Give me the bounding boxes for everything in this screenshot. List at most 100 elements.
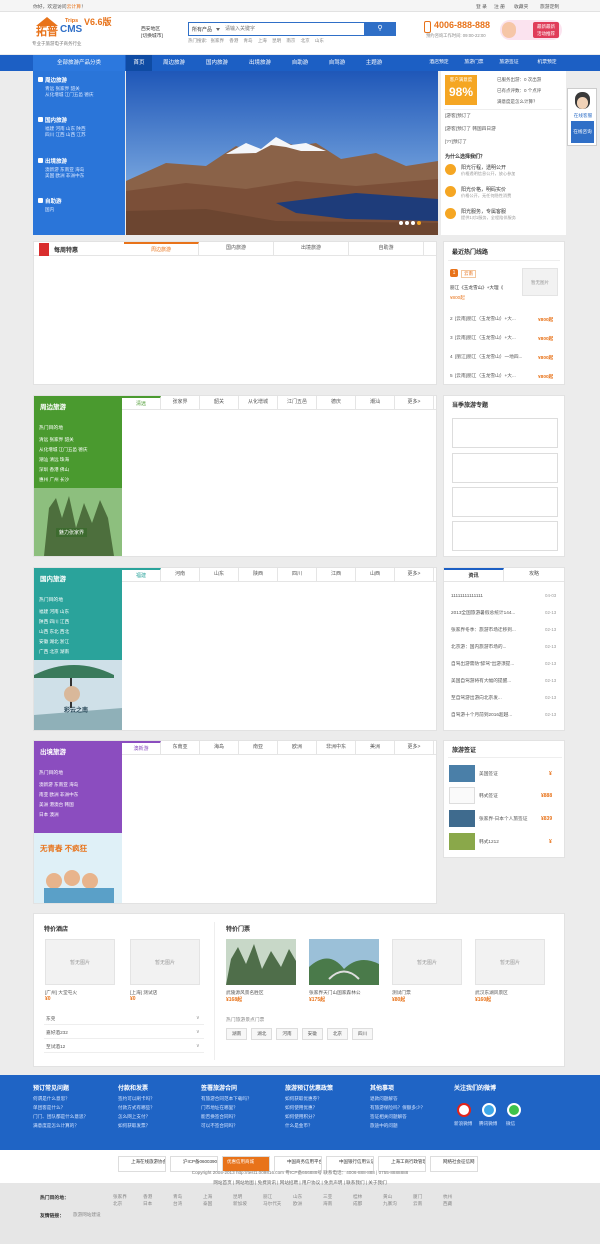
visa-item[interactable]: 张家界-日本个人旅签证 ¥839 bbox=[449, 810, 561, 828]
hotel-image-placeholder[interactable]: 暂无图片 bbox=[130, 939, 200, 985]
login-link[interactable]: 登 录 bbox=[476, 3, 487, 10]
search-input[interactable] bbox=[225, 24, 360, 34]
ticket-place[interactable]: 四川 bbox=[352, 1028, 374, 1040]
theme-image[interactable] bbox=[452, 487, 558, 517]
search-button[interactable]: ⚲ bbox=[364, 22, 396, 36]
consult-button[interactable]: 在线咨询 bbox=[571, 121, 594, 143]
nav-flight[interactable]: 机票预定 bbox=[529, 55, 565, 71]
nav-item-theme[interactable]: 主题游 bbox=[358, 55, 390, 71]
register-link[interactable]: 注 册 bbox=[494, 3, 505, 10]
dest-links[interactable]: 深圳 香港 佛山 bbox=[39, 467, 69, 473]
nav-item-outbound[interactable]: 出境旅游 bbox=[241, 55, 279, 71]
bottom-link[interactable]: 网站地图 bbox=[235, 1180, 253, 1185]
footer-link[interactable]: 满意度是怎么计算的？ bbox=[33, 1123, 113, 1129]
hot-word[interactable]: 北京 bbox=[301, 38, 310, 43]
carousel-dot[interactable] bbox=[417, 221, 421, 225]
dest-links[interactable]: 福建 河南 山东 bbox=[39, 609, 69, 615]
tab-outbound-6[interactable]: 美洲 bbox=[356, 741, 395, 754]
dest-links[interactable]: 陕西 四川 江西 bbox=[39, 619, 69, 625]
hot-dest-link[interactable]: 丽江 bbox=[263, 1194, 272, 1200]
hot-dest-link[interactable]: 青岛 bbox=[173, 1194, 182, 1200]
weibo-icon[interactable] bbox=[457, 1103, 471, 1117]
dest-links[interactable]: 日本 澳洲 bbox=[39, 812, 59, 818]
footer-link[interactable]: 付款方式有哪些？ bbox=[118, 1105, 198, 1111]
hot-dest-link[interactable]: 山东 bbox=[293, 1194, 302, 1200]
nav-item-nearby[interactable]: 周边旅游 bbox=[155, 55, 193, 71]
ticket-image-placeholder[interactable]: 暂无图片 bbox=[475, 939, 545, 985]
ticket-place[interactable]: 湖南 bbox=[226, 1028, 248, 1040]
hot-dest-link[interactable]: 成都 bbox=[353, 1201, 362, 1207]
carousel-dot[interactable] bbox=[405, 221, 409, 225]
footer-link[interactable]: 如何使用积分？ bbox=[285, 1114, 365, 1120]
tab-outbound-3[interactable]: 南亚 bbox=[239, 741, 278, 754]
tab-nearby-2[interactable]: 韶关 bbox=[200, 396, 239, 409]
hot-dest-link[interactable]: 日本 bbox=[143, 1201, 152, 1207]
tab-nearby-6[interactable]: 潮汕 bbox=[356, 396, 395, 409]
nav-ticket[interactable]: 旅游门票 bbox=[459, 55, 489, 71]
nav-item-domestic[interactable]: 国内旅游 bbox=[198, 55, 236, 71]
category-domestic[interactable]: 国内旅游 福建 河南 山东 陕西 四川 江西 山西 江苏 bbox=[38, 116, 86, 138]
hot-dest-link[interactable]: 香港 bbox=[143, 1194, 152, 1200]
hot-dest-link[interactable]: 三亚 bbox=[323, 1194, 332, 1200]
bottom-link[interactable]: 免费资讯 bbox=[258, 1180, 276, 1185]
nav-item-home[interactable]: 首页 bbox=[126, 55, 152, 71]
footer-link[interactable]: 能否换签合同吗？ bbox=[201, 1114, 281, 1120]
dest-links[interactable]: 从化增城 江门五邑 德庆 bbox=[39, 447, 88, 453]
site-logo[interactable]: 拓普 CMS Trips V6.6版 专业于旅游电子商务行业 bbox=[32, 13, 124, 49]
tab-weekly-outbound[interactable]: 出境旅游 bbox=[274, 242, 349, 255]
footer-link[interactable]: 怎么网上支付？ bbox=[118, 1114, 198, 1120]
ticket-image[interactable] bbox=[309, 939, 379, 985]
tab-domestic-4[interactable]: 四川 bbox=[278, 568, 317, 581]
tab-news[interactable]: 资讯 bbox=[444, 568, 504, 581]
bottom-link[interactable]: 免责声明 bbox=[324, 1180, 342, 1185]
hotel-city-row[interactable]: 东莞 ∨ bbox=[44, 1013, 204, 1025]
dest-links[interactable]: 广西 北京 湖南 bbox=[39, 649, 69, 655]
tab-outbound-4[interactable]: 欧洲 bbox=[278, 741, 317, 754]
nav-item-drive[interactable]: 自驾游 bbox=[321, 55, 353, 71]
footer-link[interactable]: 签证相关问题解答 bbox=[370, 1114, 450, 1120]
hot-dest-link[interactable]: 张家界 bbox=[113, 1194, 127, 1200]
hot-dest-link[interactable]: 上海 bbox=[203, 1194, 212, 1200]
city-switch-link[interactable]: [切换城市] bbox=[141, 32, 163, 39]
hot-dest-link[interactable]: 海南 bbox=[323, 1201, 332, 1207]
promo-image[interactable]: 无青春 不疯狂 bbox=[34, 833, 122, 903]
nav-visa[interactable]: 旅游签证 bbox=[494, 55, 524, 71]
ticket-place[interactable]: 安徽 bbox=[301, 1028, 323, 1040]
tab-outbound-2[interactable]: 海岛 bbox=[200, 741, 239, 754]
footer-link[interactable]: 门市地址在哪里？ bbox=[201, 1105, 281, 1111]
footer-link[interactable]: 有旅游保险吗？保额多少？ bbox=[370, 1105, 450, 1111]
tab-weekly-self[interactable]: 自助游 bbox=[349, 242, 424, 255]
hot-dest-link[interactable]: 泰国 bbox=[203, 1201, 212, 1207]
favorite-link[interactable]: 收藏夹 bbox=[514, 3, 528, 10]
nav-item-self[interactable]: 自助游 bbox=[284, 55, 316, 71]
footer-link[interactable]: 可以不签合同吗？ bbox=[201, 1123, 281, 1129]
hotel-city-row[interactable]: 至试酒12 ∨ bbox=[44, 1041, 204, 1053]
hotel-image-placeholder[interactable]: 暂无图片 bbox=[45, 939, 115, 985]
tab-nearby-4[interactable]: 江门五邑 bbox=[278, 396, 317, 409]
tab-outbound-0[interactable]: 澳新游 bbox=[122, 741, 161, 754]
tab-domestic-2[interactable]: 山东 bbox=[200, 568, 239, 581]
tab-domestic-3[interactable]: 陕西 bbox=[239, 568, 278, 581]
promo-banner[interactable]: 最新最新 活动推荐 bbox=[500, 20, 562, 40]
footer-link[interactable]: 什么是金币？ bbox=[285, 1123, 365, 1129]
hot-dest-link[interactable]: 北京 bbox=[113, 1201, 122, 1207]
hot-word[interactable]: 山东 bbox=[315, 38, 324, 43]
footer-link[interactable]: 旅途中的问题 bbox=[370, 1123, 450, 1129]
visa-item[interactable]: 韩式1212 ¥ bbox=[449, 833, 561, 851]
tab-outbound-more[interactable]: 更多> bbox=[395, 741, 434, 754]
tab-weekly-domestic[interactable]: 国内旅游 bbox=[199, 242, 274, 255]
footer-link[interactable]: 如何获取发票？ bbox=[118, 1123, 198, 1129]
theme-image[interactable] bbox=[452, 418, 558, 448]
welcome-link[interactable]: 云计算 bbox=[67, 5, 81, 10]
footer-link[interactable]: 签约可以刷卡吗？ bbox=[118, 1096, 198, 1102]
carousel-dot[interactable] bbox=[411, 221, 415, 225]
bottom-link[interactable]: 关于我们 bbox=[368, 1180, 386, 1185]
footer-link[interactable]: 有旅游合同范本下载吗？ bbox=[201, 1096, 281, 1102]
nav-category-all[interactable]: 全部旅游产品分类 bbox=[33, 55, 125, 71]
bottom-link[interactable]: 网站招聘 bbox=[280, 1180, 298, 1185]
nav-hotel[interactable]: 酒店预定 bbox=[424, 55, 454, 71]
satisfaction-help-link[interactable]: 满意度是怎么计算？ bbox=[497, 99, 538, 105]
tab-weekly-nearby[interactable]: 周边旅游 bbox=[124, 242, 199, 255]
hot-dest-link[interactable]: 欧洲 bbox=[293, 1201, 302, 1207]
hot-dest-link[interactable]: 九寨沟 bbox=[383, 1201, 397, 1207]
